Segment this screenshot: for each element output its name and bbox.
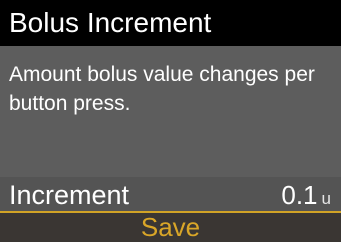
increment-unit: u	[321, 189, 331, 208]
save-button-label: Save	[140, 212, 201, 242]
content-panel: Amount bolus value changes per button pr…	[0, 46, 341, 177]
save-button[interactable]: Save	[0, 213, 341, 242]
increment-label: Increment	[9, 180, 130, 210]
increment-value-group: 0.1 u	[281, 177, 331, 218]
increment-setting-row[interactable]: Increment 0.1 u	[0, 177, 341, 213]
screen-title: Bolus Increment	[9, 7, 212, 38]
increment-value: 0.1	[281, 180, 318, 210]
description-text: Amount bolus value changes per button pr…	[9, 63, 315, 115]
pump-screen: Bolus Increment Amount bolus value chang…	[0, 0, 341, 242]
title-bar: Bolus Increment	[0, 0, 341, 46]
